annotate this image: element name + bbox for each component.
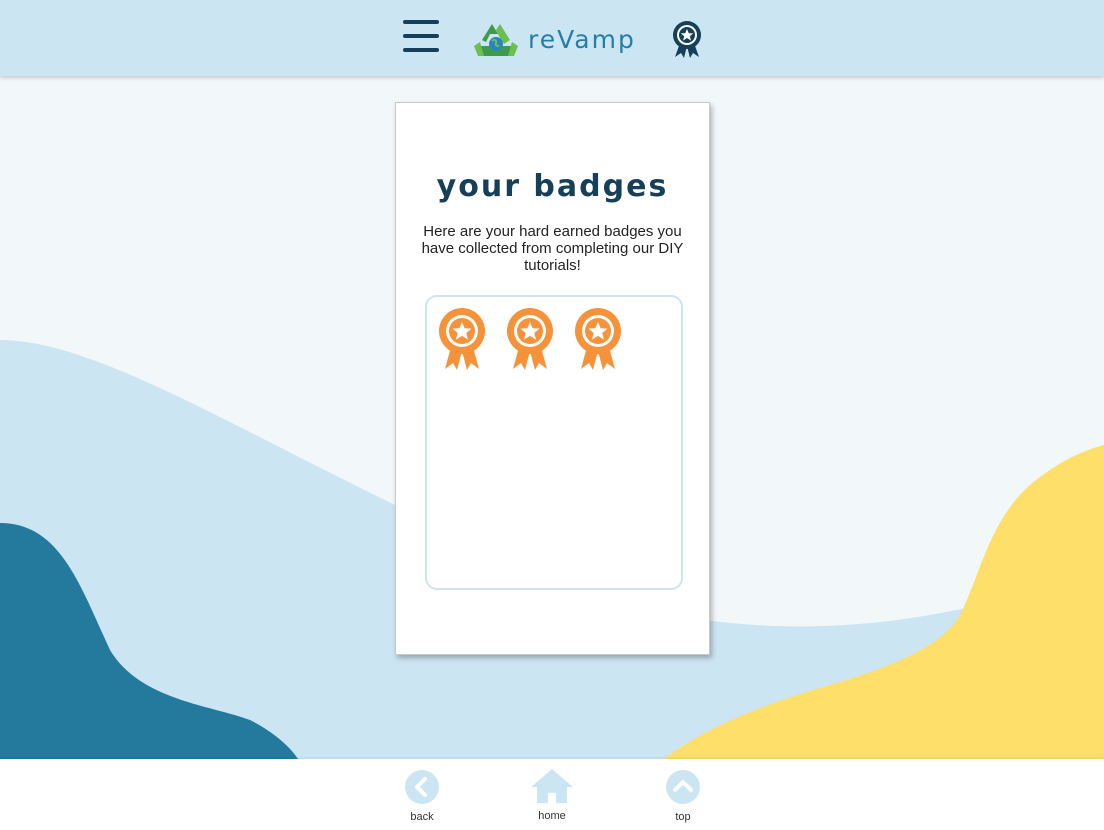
award-badge-icon [507,308,553,370]
brand-name: reVamp [528,25,636,54]
chevron-up-icon [666,770,700,804]
home-button[interactable]: home [522,767,582,822]
top-label: top [675,811,691,823]
menu-line [403,20,439,24]
brand-logo[interactable]: reVamp [474,20,636,60]
home-icon [531,769,573,803]
recycle-globe-logo-icon [474,24,518,56]
badges-card: your badges Here are your hard earned ba… [395,102,710,655]
page-title: your badges [436,169,669,204]
award-badge-icon [575,308,621,370]
back-button[interactable]: back [392,769,452,823]
top-nav-bar: reVamp [0,0,1104,76]
top-button[interactable]: top [653,769,713,823]
back-label: back [410,811,434,823]
chevron-left-icon [405,770,439,804]
badges-description: Here are your hard earned badges you hav… [421,223,684,274]
menu-line [403,34,439,38]
hamburger-menu-icon[interactable] [403,20,439,54]
award-badge-icon[interactable] [671,19,703,63]
menu-line [403,48,439,52]
award-badge-icon [439,308,485,370]
home-label: home [538,810,566,822]
badges-container [425,295,683,590]
bottom-nav-bar: back home top [0,759,1104,830]
